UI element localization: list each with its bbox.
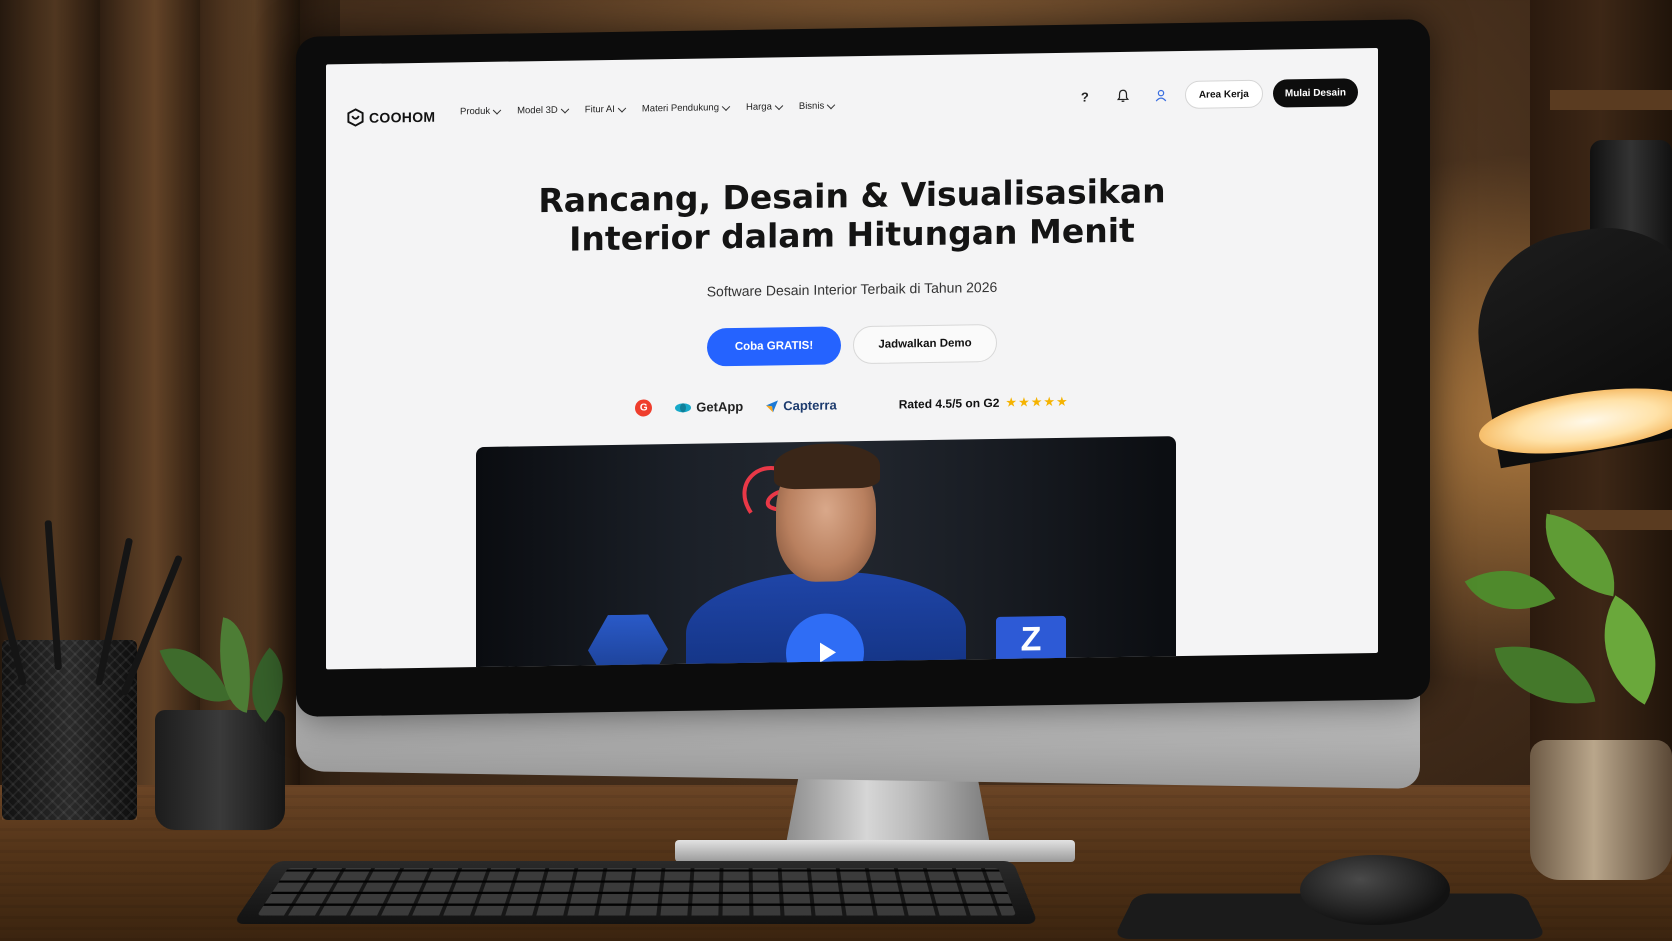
- menu-item-harga[interactable]: Harga: [745, 101, 784, 113]
- menu-item-materi-pendukung[interactable]: Materi Pendukung: [641, 101, 731, 115]
- menu-item-produk[interactable]: Produk: [460, 105, 502, 118]
- bell-icon[interactable]: [1109, 82, 1137, 110]
- presenter-hair: [774, 442, 880, 490]
- chevron-down-icon: [560, 104, 570, 114]
- star-rating-icon: ★★★★★: [1005, 393, 1069, 410]
- menu-item-label: Bisnis: [798, 100, 825, 113]
- try-free-button[interactable]: Coba GRATIS!: [707, 326, 841, 367]
- g2-rating: Rated 4.5/5 on G2 ★★★★★: [899, 393, 1069, 412]
- capterra-icon: [766, 399, 779, 412]
- hero-title: Rancang, Desain & Visualisasikan Interio…: [326, 168, 1378, 263]
- capterra-text: Capterra: [783, 397, 837, 414]
- monitor: COOHOM Produk Model 3D Fitur AI Materi P…: [296, 19, 1430, 717]
- z-badge: Z: [996, 615, 1066, 670]
- schedule-demo-button[interactable]: Jadwalkan Demo: [853, 323, 997, 365]
- getapp-text: GetApp: [696, 398, 744, 415]
- coohom-logo[interactable]: COOHOM: [346, 107, 435, 127]
- nav-actions: ? Area Kerja Mulai Desain: [1071, 78, 1358, 111]
- chevron-down-icon: [492, 105, 502, 115]
- hero-title-line2: Interior dalam Hitungan Menit: [569, 210, 1135, 259]
- workspace-button[interactable]: Area Kerja: [1184, 79, 1263, 109]
- start-design-button[interactable]: Mulai Desain: [1272, 78, 1358, 108]
- cta-group: Coba GRATIS! Jadwalkan Demo: [326, 318, 1378, 373]
- user-icon[interactable]: [1147, 81, 1175, 109]
- menu-item-label: Materi Pendukung: [641, 102, 719, 115]
- help-icon[interactable]: ?: [1071, 82, 1099, 110]
- hexagon-badge-icon: [588, 614, 668, 669]
- left-plant-pot: [155, 710, 285, 830]
- chevron-down-icon: [774, 101, 784, 110]
- g2-logo[interactable]: G: [635, 399, 653, 417]
- top-navigation: COOHOM Produk Model 3D Fitur AI Materi P…: [326, 48, 1378, 135]
- monitor-stand-base: [675, 840, 1075, 862]
- g2-icon: G: [635, 399, 653, 417]
- user-icon-svg: [1155, 89, 1167, 102]
- chevron-down-icon: [721, 101, 731, 111]
- hero-subtitle: Software Desain Interior Terbaik di Tahu…: [706, 278, 998, 300]
- logo-text: COOHOM: [369, 108, 436, 126]
- screen: COOHOM Produk Model 3D Fitur AI Materi P…: [326, 47, 1378, 670]
- coohom-logo-icon: [347, 108, 364, 127]
- getapp-logo[interactable]: GetApp: [674, 399, 743, 415]
- menu-item-model-3d[interactable]: Model 3D: [517, 104, 570, 117]
- review-ratings: G GetApp Capterra Rated 4.5/5 on G2 ★★★★…: [326, 388, 1378, 422]
- mouse: [1300, 855, 1450, 925]
- right-plant-pot: [1530, 740, 1672, 880]
- menu-item-label: Produk: [460, 105, 491, 118]
- capterra-logo[interactable]: Capterra: [765, 397, 837, 414]
- getapp-icon: [675, 402, 692, 412]
- chevron-down-icon: [617, 103, 627, 113]
- bell-icon-svg: [1116, 89, 1129, 102]
- menu-item-label: Model 3D: [517, 104, 558, 117]
- menu-item-bisnis[interactable]: Bisnis: [798, 100, 836, 113]
- rating-text: Rated 4.5/5 on G2: [898, 395, 1000, 411]
- menu-item-label: Fitur AI: [584, 103, 615, 116]
- chevron-down-icon: [826, 100, 836, 109]
- keyboard: [232, 860, 1039, 924]
- main-menu: Produk Model 3D Fitur AI Materi Pendukun…: [460, 100, 836, 118]
- intro-video[interactable]: Z: [476, 436, 1176, 670]
- menu-item-fitur-ai[interactable]: Fitur AI: [584, 103, 627, 116]
- menu-item-label: Harga: [745, 101, 772, 113]
